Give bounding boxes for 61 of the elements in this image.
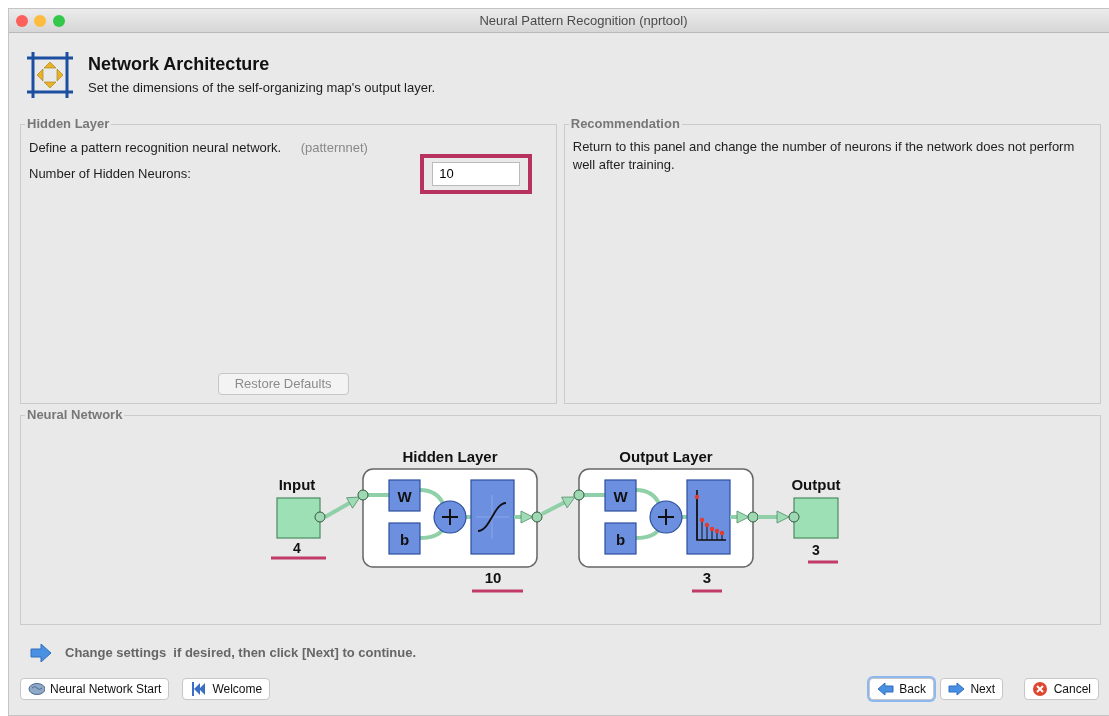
softmax-transfer-icon (686, 479, 731, 555)
output-label: Output (791, 476, 841, 493)
bias-block (388, 522, 421, 555)
rewind-icon (190, 680, 208, 697)
node-dot-icon (531, 511, 543, 523)
maximize-button[interactable] (52, 14, 65, 27)
page-title: Network Architecture (88, 52, 271, 75)
hidden-neurons-field[interactable]: 10 (432, 161, 521, 186)
sum-icon (649, 500, 683, 534)
recommendation-text: Return to this panel and change the number of neurons if the network does not perform well after training. (572, 138, 1076, 175)
wizard-button[interactable]: Next (940, 677, 1004, 700)
weight-label: W (397, 488, 412, 505)
input-size: 4 (293, 540, 301, 556)
input-label: Input (278, 476, 316, 493)
node-dot-icon (314, 511, 326, 523)
output-block (793, 497, 839, 539)
layer-size: 3 (702, 569, 712, 586)
description-text: Define a pattern recognition neural network. (29, 139, 282, 158)
input-block (276, 497, 321, 539)
field-label: Number of Hidden Neurons: (29, 165, 191, 183)
weight-block (388, 479, 421, 512)
wizard-button[interactable]: Back (869, 677, 934, 700)
bias-label: b (615, 531, 626, 548)
sum-icon (433, 500, 467, 534)
weight-label: W (613, 488, 628, 505)
minimize-button[interactable] (34, 14, 46, 27)
wizard-button[interactable]: Neural Network Start (20, 677, 170, 700)
next-arrow-icon (948, 680, 966, 697)
function-name: (patternnet) (300, 139, 368, 158)
layer-size: 10 (484, 569, 502, 586)
network-architecture-icon (25, 50, 75, 100)
node-dot-icon (357, 489, 369, 501)
curve-connector (635, 488, 662, 540)
wizard-button[interactable]: Welcome (182, 677, 271, 700)
node-dot-icon (573, 489, 585, 501)
bias-block (604, 522, 637, 555)
curve-connector (419, 488, 446, 540)
window-title: Neural Pattern Recognition (nprtool) (479, 12, 688, 28)
back-arrow-icon (877, 680, 895, 697)
page-subtitle: Set the dimensions of the self-organizing map's output layer. (88, 78, 436, 97)
output-size: 3 (812, 542, 820, 558)
close-button[interactable] (15, 14, 28, 27)
connection-arrow (514, 510, 534, 524)
close-icon (1031, 680, 1049, 697)
panel-legend: Recommendation (568, 117, 682, 131)
node-dot-icon (788, 511, 800, 523)
connection-arrow (758, 510, 790, 524)
wizard-button[interactable]: Cancel (1023, 677, 1099, 700)
sigmoid-transfer-icon (470, 479, 515, 555)
layer-title: Hidden Layer (402, 448, 498, 465)
arrow-right-icon (30, 643, 52, 662)
layer-title: Output Layer (619, 448, 713, 465)
weight-block (604, 479, 637, 512)
hint-text: Change settings if desired, then click [Next] to continue. (65, 644, 417, 662)
panel-legend: Neural Network (25, 408, 125, 422)
bias-label: b (399, 531, 410, 548)
connection-arrow (541, 496, 576, 516)
node-dot-icon (747, 511, 759, 523)
panel-legend: Hidden Layer (25, 117, 112, 131)
connection-arrow (730, 510, 750, 524)
connection-arrow (324, 496, 361, 519)
